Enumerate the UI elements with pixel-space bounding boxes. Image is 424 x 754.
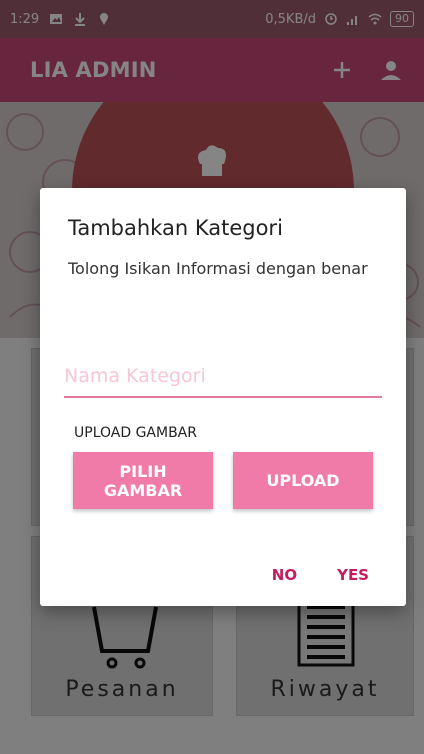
pick-image-button[interactable]: PILIH GAMBAR	[73, 452, 213, 509]
category-name-input[interactable]	[64, 356, 382, 398]
upload-button[interactable]: UPLOAD	[233, 452, 373, 509]
yes-button[interactable]: YES	[337, 566, 369, 584]
dialog-title: Tambahkan Kategori	[68, 216, 283, 240]
no-button[interactable]: NO	[272, 566, 297, 584]
dialog-actions: NO YES	[272, 566, 369, 584]
dialog-message: Tolong Isikan Informasi dengan benar	[68, 259, 368, 278]
upload-image-label: UPLOAD GAMBAR	[74, 425, 197, 441]
add-category-dialog: Tambahkan Kategori Tolong Isikan Informa…	[40, 188, 406, 606]
